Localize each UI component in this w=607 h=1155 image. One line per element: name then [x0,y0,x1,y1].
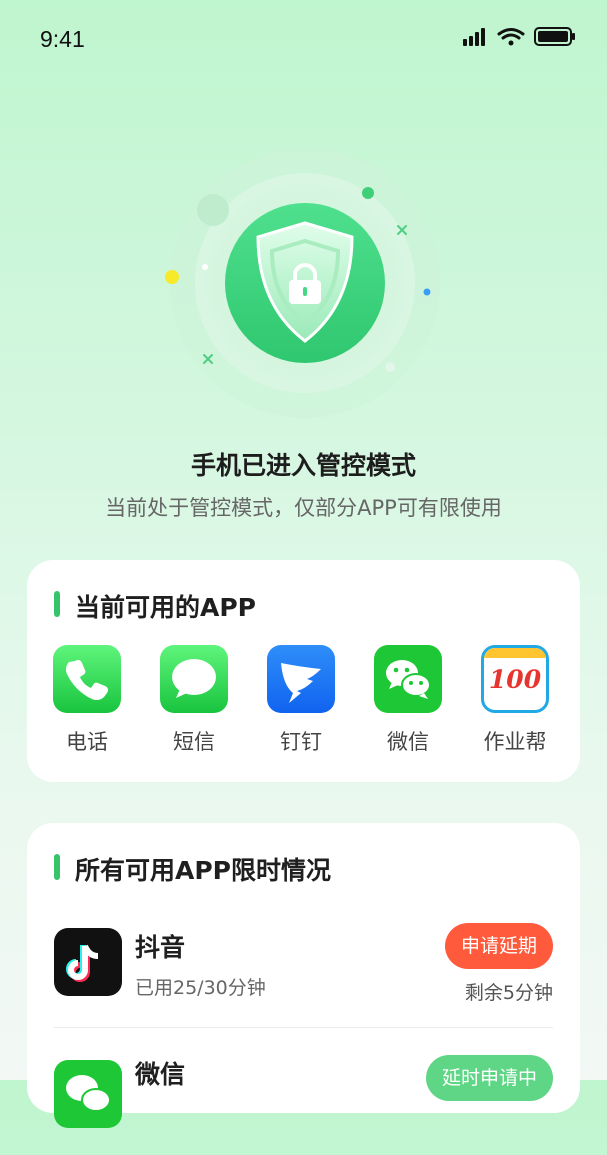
message-icon [160,645,228,713]
list-item: 微信 延时申请中 [27,1055,580,1155]
zuoyebang-badge-text: 100 [488,665,542,694]
app-tile-zuoyebang[interactable]: 100 作业帮 [475,645,555,756]
status-time: 9:41 [40,26,85,52]
battery-icon [534,27,575,46]
list-item: 抖音 已用25/30分钟 申请延期 剩余5分钟 [27,923,580,1023]
shield-illustration [160,145,450,425]
request-extension-button[interactable]: 申请延期 [444,923,553,969]
signal-icon [463,28,485,46]
zuoyebang-icon: 100 [481,645,549,713]
remaining-time: 剩余5分钟 [464,982,553,1004]
app-name: 抖音 [135,933,186,962]
usage-text: 已用25/30分钟 [135,977,266,999]
section-accent-bar [54,854,60,880]
extension-pending-button[interactable]: 延时申请中 [425,1055,553,1101]
page-subtitle: 当前处于管控模式，仅部分APP可有限使用 [105,496,502,520]
douyin-icon [54,928,122,996]
available-apps-title: 当前可用的APP [75,593,256,622]
app-label-wechat: 微信 [387,730,429,754]
status-bar: 9:41 [0,0,607,80]
status-icons [461,26,581,52]
phone-icon [53,645,121,713]
app-tile-phone[interactable]: 电话 [47,645,127,756]
dingtalk-icon [267,645,335,713]
section-accent-bar [54,591,60,617]
page-title: 手机已进入管控模式 [190,451,416,480]
divider [54,1027,553,1028]
time-limits-card: 所有可用APP限时情况 抖音 已用25/30分钟 申请延期 剩余5分钟 微信 延… [27,823,580,1128]
app-tile-wechat[interactable]: 微信 [368,645,448,756]
time-limits-title: 所有可用APP限时情况 [75,856,331,885]
wechat-icon [54,1060,122,1128]
app-label-zuoyebang: 作业帮 [483,730,547,754]
wechat-icon [374,645,442,713]
wifi-icon [497,28,525,46]
available-apps-card: 当前可用的APP 电话 短信 钉钉 微信 100 作业帮 [27,560,580,782]
app-name: 微信 [135,1060,186,1089]
app-label-phone: 电话 [66,730,108,754]
app-tile-message[interactable]: 短信 [154,645,234,756]
app-label-message: 短信 [173,730,215,754]
app-label-dingtalk: 钉钉 [280,730,322,754]
app-tile-dingtalk[interactable]: 钉钉 [261,645,341,756]
